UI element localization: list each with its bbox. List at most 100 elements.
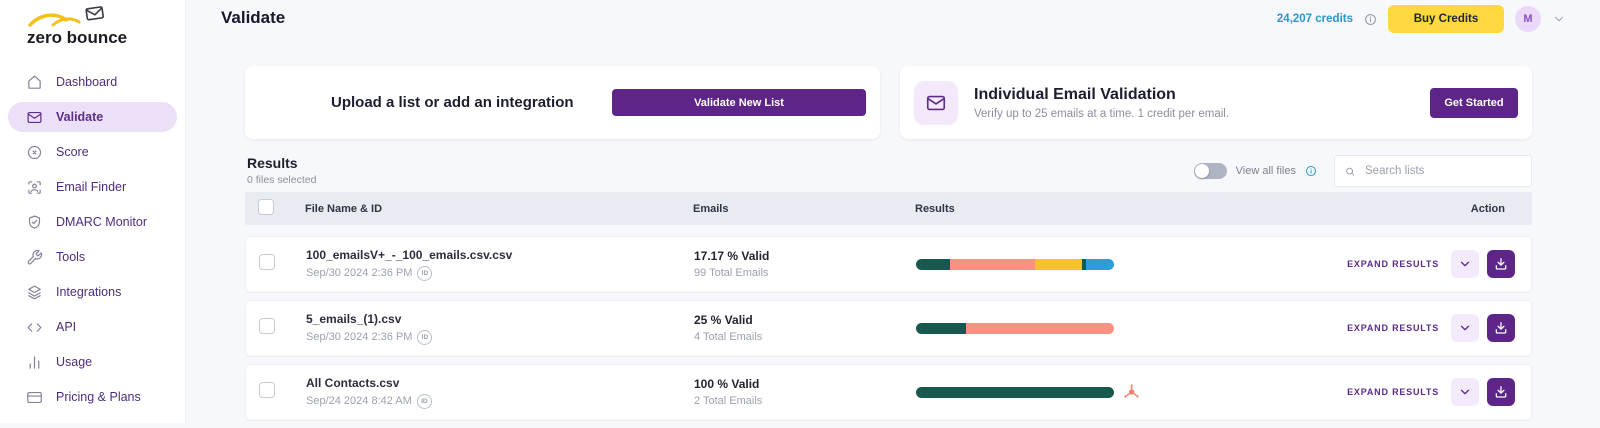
header-actions: 24,207 credits Buy Credits M	[1277, 5, 1566, 33]
row-checkbox[interactable]	[259, 253, 275, 270]
total-emails: 99 Total Emails	[694, 267, 769, 279]
expand-chevron-button[interactable]	[1451, 314, 1479, 342]
chevron-down-icon	[1458, 385, 1472, 399]
results-bar	[916, 322, 1114, 334]
view-all-files-toggle[interactable]	[1193, 163, 1227, 179]
total-emails: 2 Total Emails	[694, 395, 763, 407]
download-icon	[1494, 385, 1508, 399]
valid-percent: 25 % Valid	[694, 313, 753, 327]
results-bar	[916, 258, 1114, 270]
sidebar-item-email-finder[interactable]: Email Finder	[8, 172, 177, 202]
buy-credits-button[interactable]: Buy Credits	[1388, 5, 1504, 33]
download-button[interactable]	[1487, 314, 1515, 342]
sidebar-item-tools[interactable]: Tools	[8, 242, 177, 272]
bar-segment-teal	[916, 258, 950, 270]
brand-logo[interactable]: zero bounce	[0, 0, 185, 55]
file-name[interactable]: 5_emails_(1).csv	[306, 312, 694, 326]
table-row: All Contacts.csv Sep/24 2024 8:42 AM ID …	[245, 364, 1532, 420]
results-header: Results 0 files selected	[247, 155, 316, 186]
valid-percent: 100 % Valid	[694, 377, 760, 391]
file-name[interactable]: 100_emailsV+_-_100_emails.csv.csv	[306, 248, 694, 262]
column-header-action: Action	[1470, 202, 1505, 215]
person-search-icon	[26, 179, 43, 196]
id-icon[interactable]: ID	[417, 265, 433, 281]
file-date: Sep/30 2024 2:36 PM	[306, 267, 413, 279]
envelope-icon-badge	[914, 80, 958, 125]
bar-segment-teal	[916, 386, 1114, 398]
bar-segment-yellow	[1034, 258, 1083, 270]
bar-segment-blue	[1086, 258, 1114, 270]
wrench-icon	[26, 249, 43, 266]
sidebar-item-integrations[interactable]: Integrations	[8, 277, 177, 307]
sidebar-item-label: Tools	[56, 250, 86, 264]
layers-icon	[26, 284, 43, 301]
expand-results-button[interactable]: EXPAND RESULTS	[1347, 259, 1439, 269]
download-button[interactable]	[1487, 378, 1515, 406]
sidebar-item-pricing-plans[interactable]: Pricing & Plans	[8, 382, 177, 412]
page-title: Validate	[221, 8, 286, 27]
home-icon	[26, 74, 43, 91]
sidebar-nav: Dashboard Validate Score Email Finder DM…	[0, 67, 185, 412]
sidebar-item-label: Integrations	[56, 285, 122, 299]
chevron-down-icon	[1458, 321, 1472, 335]
column-header-emails[interactable]: Emails	[693, 203, 895, 215]
avatar[interactable]: M	[1515, 6, 1541, 32]
column-header-filename[interactable]: File Name & ID	[305, 203, 693, 215]
file-date: Sep/24 2024 8:42 AM	[306, 395, 412, 407]
column-header-results[interactable]: Results	[895, 203, 1282, 215]
credits-info-icon[interactable]	[1364, 13, 1377, 26]
sidebar-item-label: Usage	[56, 355, 93, 369]
expand-results-button[interactable]: EXPAND RESULTS	[1347, 387, 1439, 397]
valid-percent: 17.17 % Valid	[694, 249, 770, 263]
chevron-down-icon	[1458, 257, 1472, 271]
sidebar: zero bounce Dashboard Validate Score Ema…	[0, 0, 186, 423]
total-emails: 4 Total Emails	[694, 331, 763, 343]
bar-segment-salmon	[949, 258, 1035, 270]
bar-segment-teal	[916, 322, 966, 334]
search-input[interactable]	[1363, 164, 1521, 178]
sidebar-item-label: DMARC Monitor	[56, 215, 147, 229]
search-icon	[1345, 165, 1355, 178]
row-checkbox[interactable]	[259, 317, 275, 334]
shield-check-icon	[26, 214, 43, 231]
bar-chart-icon	[26, 354, 43, 371]
expand-results-button[interactable]: EXPAND RESULTS	[1347, 323, 1439, 333]
account-menu-chevron-icon[interactable]	[1552, 12, 1566, 26]
sidebar-item-label: Score	[56, 145, 89, 159]
results-controls: View all files	[1193, 155, 1532, 187]
file-date: Sep/30 2024 2:36 PM	[306, 331, 413, 343]
validate-new-list-button[interactable]: Validate New List	[612, 89, 866, 116]
sidebar-item-dashboard[interactable]: Dashboard	[8, 67, 177, 97]
sidebar-item-api[interactable]: API	[8, 312, 177, 342]
expand-chevron-button[interactable]	[1451, 250, 1479, 278]
file-name[interactable]: All Contacts.csv	[306, 376, 694, 390]
credit-card-icon	[26, 389, 43, 406]
results-bar	[916, 386, 1114, 398]
view-all-info-icon[interactable]	[1305, 165, 1317, 177]
envelope-icon	[925, 92, 947, 114]
table-body: 100_emailsV+_-_100_emails.csv.csv Sep/30…	[245, 236, 1532, 420]
get-started-button[interactable]: Get Started	[1430, 87, 1518, 118]
code-icon	[26, 319, 43, 336]
files-selected-count: 0 files selected	[247, 174, 317, 186]
expand-chevron-button[interactable]	[1451, 378, 1479, 406]
sidebar-item-validate[interactable]: Validate	[8, 102, 177, 132]
sidebar-item-dmarc-monitor[interactable]: DMARC Monitor	[8, 207, 177, 237]
download-icon	[1494, 321, 1508, 335]
results-table: File Name & ID Emails Results Action 100…	[245, 192, 1532, 428]
sidebar-item-score[interactable]: Score	[8, 137, 177, 167]
row-checkbox[interactable]	[259, 381, 275, 398]
individual-validation-card: Individual Email Validation Verify up to…	[900, 66, 1532, 139]
credits-balance[interactable]: 24,207 credits	[1277, 13, 1353, 25]
sidebar-item-label: Pricing & Plans	[56, 390, 141, 404]
select-all-checkbox[interactable]	[258, 199, 274, 215]
sidebar-item-usage[interactable]: Usage	[8, 347, 177, 377]
table-row: 100_emailsV+_-_100_emails.csv.csv Sep/30…	[245, 236, 1532, 292]
id-icon[interactable]: ID	[417, 329, 433, 345]
id-icon[interactable]: ID	[416, 393, 432, 409]
download-button[interactable]	[1487, 250, 1515, 278]
sidebar-item-label: Dashboard	[56, 75, 118, 89]
individual-validation-subtitle: Verify up to 25 emails at a time. 1 cred…	[974, 107, 1230, 120]
results-title: Results	[247, 155, 298, 171]
sidebar-item-label: Validate	[56, 110, 104, 124]
